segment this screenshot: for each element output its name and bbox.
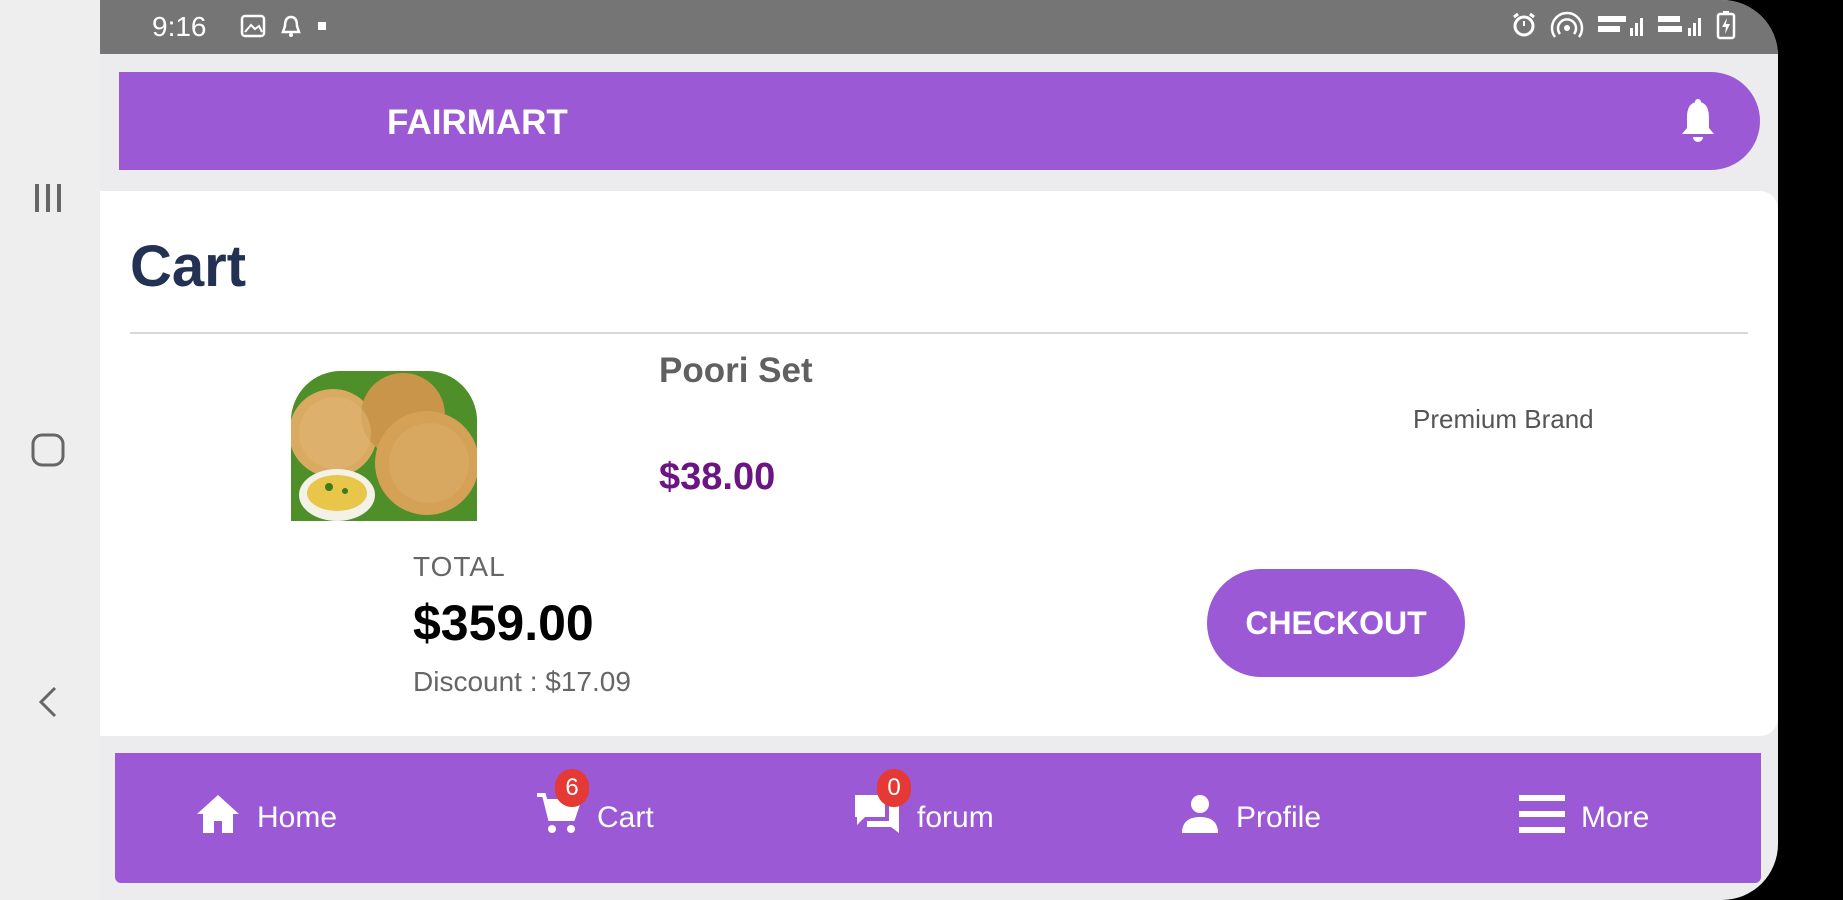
lte-signal-icon-1: [1598, 16, 1643, 36]
tab-home[interactable]: Home: [195, 753, 337, 883]
app-title: FAIRMART: [387, 103, 568, 142]
tab-profile-label: Profile: [1236, 801, 1322, 834]
checkout-button[interactable]: CHECKOUT: [1207, 569, 1465, 677]
discount-text: Discount : $17.09: [413, 666, 631, 697]
total-label: TOTAL: [413, 551, 506, 582]
hotspot-icon: [1550, 11, 1584, 38]
dot-icon: [318, 22, 326, 30]
total-value: $359.00: [413, 595, 594, 651]
status-bar: 9:16: [100, 0, 1778, 54]
tab-forum[interactable]: 0 forum: [853, 753, 994, 883]
notifications-button[interactable]: [1678, 98, 1718, 149]
product-price: $38.00: [659, 456, 776, 498]
product-brand: Premium Brand: [1413, 404, 1594, 434]
status-system-icons: [1510, 10, 1736, 40]
title-divider: [130, 332, 1748, 334]
tab-more-label: More: [1581, 801, 1650, 834]
battery-icon: [1716, 11, 1736, 40]
page-title: Cart: [130, 234, 247, 299]
bottom-nav: Home 6 Cart 0 forum Profile More: [115, 753, 1761, 883]
recents-button[interactable]: [22, 172, 74, 224]
tab-forum-label: forum: [917, 801, 994, 834]
bell-icon: [1682, 99, 1714, 142]
tab-home-label: Home: [257, 801, 338, 834]
status-time: 9:16: [152, 11, 207, 42]
cart-card: Cart Poori Set $38.00 Premium Brand TOTA…: [100, 191, 1778, 736]
phone-screen: 9:16 FAIRMART Cart Poori Set $38.00 Prem…: [100, 0, 1778, 900]
tab-cart-label: Cart: [597, 801, 654, 834]
tab-profile[interactable]: Profile: [1180, 753, 1321, 883]
product-image[interactable]: [291, 371, 477, 521]
tab-cart[interactable]: 6 Cart: [535, 753, 654, 883]
back-button[interactable]: [22, 676, 74, 728]
back-chevron-icon: [38, 686, 57, 718]
app-bar: FAIRMART: [119, 72, 1760, 170]
forum-icon: 0: [853, 769, 911, 845]
forum-badge: 0: [877, 769, 911, 807]
home-icon: [195, 793, 241, 843]
home-system-button[interactable]: [22, 424, 74, 476]
status-notification-icons: [240, 14, 328, 38]
tab-more[interactable]: More: [1519, 753, 1649, 883]
alarm-icon: [1513, 12, 1535, 37]
lte-signal-icon-2: [1658, 16, 1701, 36]
product-name[interactable]: Poori Set: [659, 351, 813, 391]
cart-icon: 6: [535, 769, 589, 845]
person-icon: [1180, 793, 1220, 843]
menu-icon: [1519, 793, 1565, 843]
cart-badge: 6: [555, 769, 589, 807]
gallery-icon: [240, 14, 266, 38]
poori-set-photo: [291, 371, 477, 521]
recents-icon: [35, 184, 61, 212]
home-circle-icon: [31, 433, 65, 467]
notification-bell-icon: [281, 15, 301, 37]
android-nav-rail: [0, 0, 100, 900]
